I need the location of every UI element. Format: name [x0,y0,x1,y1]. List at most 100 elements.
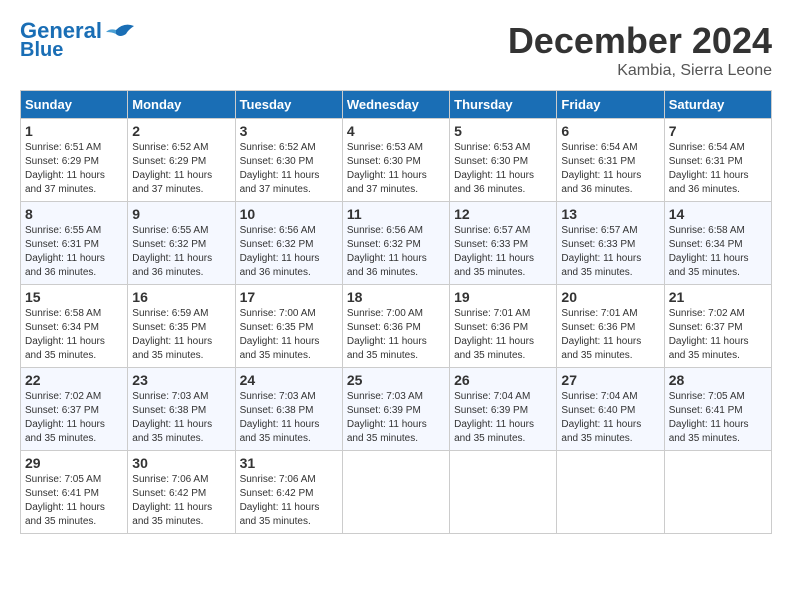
calendar-cell: 27 Sunrise: 7:04 AMSunset: 6:40 PMDayligh… [557,368,664,451]
day-info: Sunrise: 6:56 AMSunset: 6:32 PMDaylight:… [240,224,338,280]
calendar-cell: 12 Sunrise: 6:57 AMSunset: 6:33 PMDayligh… [450,202,557,285]
calendar-cell: 15 Sunrise: 6:58 AMSunset: 6:34 PMDayligh… [21,285,128,368]
day-number: 10 [240,206,338,222]
day-info: Sunrise: 6:57 AMSunset: 6:33 PMDaylight:… [561,224,659,280]
calendar-cell: 16 Sunrise: 6:59 AMSunset: 6:35 PMDayligh… [128,285,235,368]
calendar-header-row: SundayMondayTuesdayWednesdayThursdayFrid… [21,91,772,119]
day-info: Sunrise: 7:05 AMSunset: 6:41 PMDaylight:… [25,473,123,529]
calendar-cell: 14 Sunrise: 6:58 AMSunset: 6:34 PMDayligh… [664,202,771,285]
calendar-cell: 28Sunrise: 7:05 AMSunset: 6:41 PMDayligh… [664,368,771,451]
calendar-week-row: 22Sunrise: 7:02 AMSunset: 6:37 PMDayligh… [21,368,772,451]
weekday-header-friday: Friday [557,91,664,119]
day-number: 8 [25,206,123,222]
calendar-cell: 19 Sunrise: 7:01 AMSunset: 6:36 PMDayligh… [450,285,557,368]
calendar-cell: 20Sunrise: 7:01 AMSunset: 6:36 PMDayligh… [557,285,664,368]
calendar-cell: 31 Sunrise: 7:06 AMSunset: 6:42 PMDayligh… [235,451,342,534]
weekday-header-thursday: Thursday [450,91,557,119]
weekday-header-wednesday: Wednesday [342,91,449,119]
day-info: Sunrise: 6:51 AMSunset: 6:29 PMDaylight:… [25,141,123,197]
title-block: December 2024 Kambia, Sierra Leone [508,20,772,80]
day-number: 5 [454,123,552,139]
day-info: Sunrise: 6:52 AMSunset: 6:29 PMDaylight:… [132,141,230,197]
day-info: Sunrise: 6:59 AMSunset: 6:35 PMDaylight:… [132,307,230,363]
weekday-header-tuesday: Tuesday [235,91,342,119]
calendar-cell: 1Sunrise: 6:51 AMSunset: 6:29 PMDaylight… [21,119,128,202]
calendar-cell: 24 Sunrise: 7:03 AMSunset: 6:38 PMDayligh… [235,368,342,451]
day-info: Sunrise: 6:56 AMSunset: 6:32 PMDaylight:… [347,224,445,280]
day-number: 7 [669,123,767,139]
day-number: 18 [347,289,445,305]
day-info: Sunrise: 6:54 AMSunset: 6:31 PMDaylight:… [561,141,659,197]
day-info: Sunrise: 7:00 AMSunset: 6:35 PMDaylight:… [240,307,338,363]
calendar-cell: 2 Sunrise: 6:52 AMSunset: 6:29 PMDaylight… [128,119,235,202]
day-info: Sunrise: 6:54 AMSunset: 6:31 PMDaylight:… [669,141,767,197]
calendar-cell [342,451,449,534]
calendar-week-row: 29 Sunrise: 7:05 AMSunset: 6:41 PMDayligh… [21,451,772,534]
calendar-table: SundayMondayTuesdayWednesdayThursdayFrid… [20,90,772,534]
calendar-cell: 9Sunrise: 6:55 AMSunset: 6:32 PMDaylight… [128,202,235,285]
logo: General Blue [20,20,134,60]
day-number: 19 [454,289,552,305]
day-info: Sunrise: 7:06 AMSunset: 6:42 PMDaylight:… [240,473,338,529]
day-number: 14 [669,206,767,222]
calendar-cell: 8 Sunrise: 6:55 AMSunset: 6:31 PMDaylight… [21,202,128,285]
day-number: 15 [25,289,123,305]
month-title: December 2024 [508,20,772,62]
day-number: 21 [669,289,767,305]
day-info: Sunrise: 6:58 AMSunset: 6:34 PMDaylight:… [669,224,767,280]
day-info: Sunrise: 6:55 AMSunset: 6:31 PMDaylight:… [25,224,123,280]
day-info: Sunrise: 6:53 AMSunset: 6:30 PMDaylight:… [347,141,445,197]
calendar-cell: 17 Sunrise: 7:00 AMSunset: 6:35 PMDayligh… [235,285,342,368]
day-info: Sunrise: 7:03 AMSunset: 6:39 PMDaylight:… [347,390,445,446]
day-info: Sunrise: 7:02 AMSunset: 6:37 PMDaylight:… [669,307,767,363]
calendar-cell: 25 Sunrise: 7:03 AMSunset: 6:39 PMDayligh… [342,368,449,451]
calendar-week-row: 15 Sunrise: 6:58 AMSunset: 6:34 PMDayligh… [21,285,772,368]
calendar-cell: 6 Sunrise: 6:54 AMSunset: 6:31 PMDaylight… [557,119,664,202]
day-number: 27 [561,372,659,388]
day-info: Sunrise: 7:04 AMSunset: 6:40 PMDaylight:… [561,390,659,446]
day-info: Sunrise: 7:05 AMSunset: 6:41 PMDaylight:… [669,390,767,446]
weekday-header-sunday: Sunday [21,91,128,119]
calendar-week-row: 8 Sunrise: 6:55 AMSunset: 6:31 PMDaylight… [21,202,772,285]
day-info: Sunrise: 6:58 AMSunset: 6:34 PMDaylight:… [25,307,123,363]
calendar-cell: 26Sunrise: 7:04 AMSunset: 6:39 PMDayligh… [450,368,557,451]
location: Kambia, Sierra Leone [508,62,772,80]
day-number: 20 [561,289,659,305]
day-info: Sunrise: 7:03 AMSunset: 6:38 PMDaylight:… [132,390,230,446]
day-info: Sunrise: 7:02 AMSunset: 6:37 PMDaylight:… [25,390,123,446]
day-number: 29 [25,455,123,471]
day-info: Sunrise: 6:52 AMSunset: 6:30 PMDaylight:… [240,141,338,197]
day-number: 9 [132,206,230,222]
day-number: 25 [347,372,445,388]
calendar-cell [557,451,664,534]
calendar-cell: 21 Sunrise: 7:02 AMSunset: 6:37 PMDayligh… [664,285,771,368]
calendar-cell: 23Sunrise: 7:03 AMSunset: 6:38 PMDayligh… [128,368,235,451]
day-number: 2 [132,123,230,139]
calendar-cell: 29 Sunrise: 7:05 AMSunset: 6:41 PMDayligh… [21,451,128,534]
page-header: General Blue December 2024 Kambia, Sierr… [20,20,772,80]
day-info: Sunrise: 7:01 AMSunset: 6:36 PMDaylight:… [454,307,552,363]
calendar-cell [664,451,771,534]
day-number: 24 [240,372,338,388]
calendar-week-row: 1Sunrise: 6:51 AMSunset: 6:29 PMDaylight… [21,119,772,202]
day-number: 3 [240,123,338,139]
weekday-header-saturday: Saturday [664,91,771,119]
calendar-cell: 10 Sunrise: 6:56 AMSunset: 6:32 PMDayligh… [235,202,342,285]
calendar-cell: 18 Sunrise: 7:00 AMSunset: 6:36 PMDayligh… [342,285,449,368]
day-number: 16 [132,289,230,305]
day-number: 12 [454,206,552,222]
day-info: Sunrise: 7:03 AMSunset: 6:38 PMDaylight:… [240,390,338,446]
day-info: Sunrise: 6:53 AMSunset: 6:30 PMDaylight:… [454,141,552,197]
day-number: 13 [561,206,659,222]
logo-blue-text: Blue [20,38,63,60]
day-info: Sunrise: 7:06 AMSunset: 6:42 PMDaylight:… [132,473,230,529]
day-info: Sunrise: 6:57 AMSunset: 6:33 PMDaylight:… [454,224,552,280]
day-number: 6 [561,123,659,139]
day-number: 26 [454,372,552,388]
weekday-header-monday: Monday [128,91,235,119]
calendar-cell: 5 Sunrise: 6:53 AMSunset: 6:30 PMDaylight… [450,119,557,202]
day-number: 31 [240,455,338,471]
calendar-cell: 22Sunrise: 7:02 AMSunset: 6:37 PMDayligh… [21,368,128,451]
day-info: Sunrise: 7:00 AMSunset: 6:36 PMDaylight:… [347,307,445,363]
day-number: 17 [240,289,338,305]
